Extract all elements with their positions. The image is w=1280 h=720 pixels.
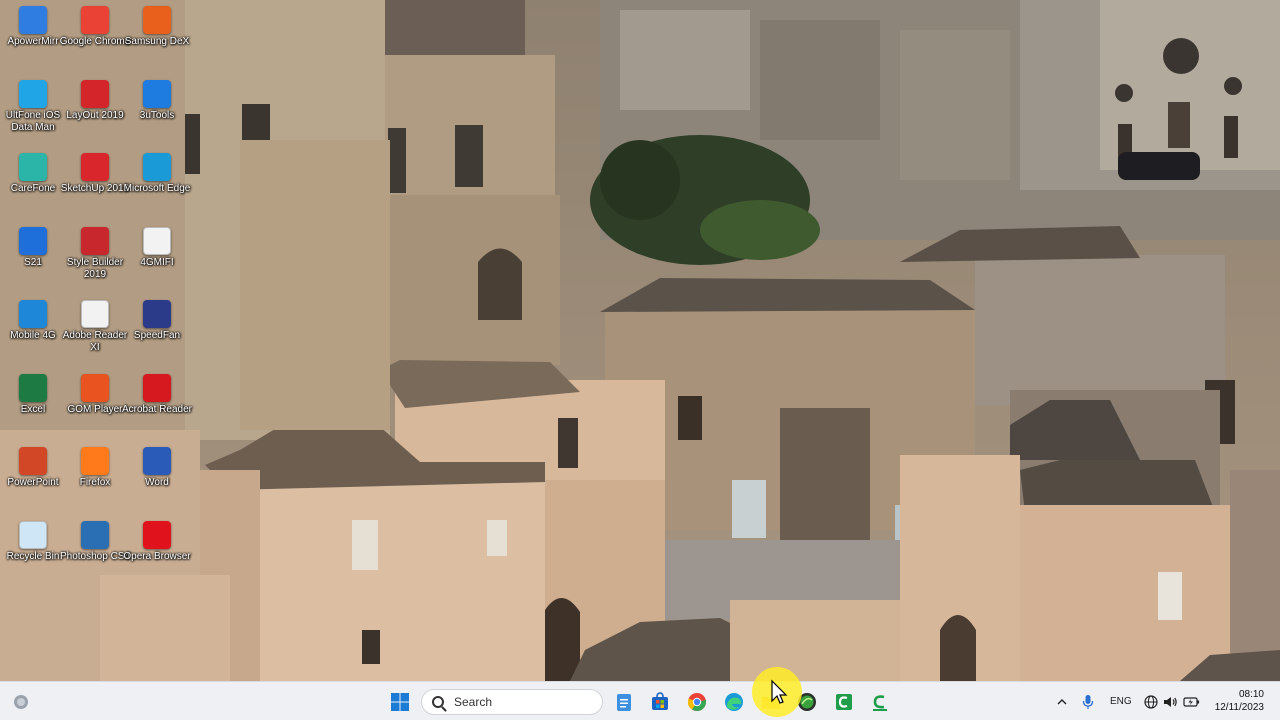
- layout-icon: [81, 79, 109, 108]
- chrome-icon: [81, 6, 109, 34]
- desktop-icon-firefox[interactable]: Firefox: [62, 443, 128, 515]
- desktop-icon-grid: ApowerMirr Google Chrome Samsung DeX UltFon…: [0, 0, 200, 681]
- clock-date: 12/11/2023: [1214, 702, 1264, 713]
- firefox-icon: [81, 447, 109, 475]
- document-icon: [81, 300, 109, 328]
- desktop-icon-layout-2019[interactable]: LayOut 2019: [62, 76, 128, 148]
- app-icon-green-sphere[interactable]: [794, 689, 820, 715]
- search-icon: [432, 696, 444, 708]
- powerpoint-icon: [19, 447, 47, 475]
- language-indicator[interactable]: ENG: [1110, 696, 1132, 707]
- sketchup-icon: [81, 153, 109, 181]
- widgets-weather-icon[interactable]: [8, 689, 34, 715]
- desktop-icon-google-chrome[interactable]: Google Chrome: [60, 2, 130, 74]
- desktop-icon-adobe-reader-xi[interactable]: Adobe Reader XI: [62, 296, 128, 368]
- desktop-icon-label: Opera Browser: [123, 550, 191, 562]
- desktop-icon-label: Acrobat Reader: [121, 403, 193, 415]
- clock-time: 08:10: [1238, 689, 1264, 700]
- desktop-icon-s21[interactable]: S21: [0, 223, 66, 295]
- microsoft-store-icon[interactable]: [647, 689, 673, 715]
- desktop-icon-carefone[interactable]: CareFone: [0, 149, 66, 221]
- samsung-dex-icon: [143, 6, 171, 34]
- taskbar-search-box[interactable]: [421, 689, 603, 715]
- windows-start-icon[interactable]: [387, 689, 413, 715]
- desktop-icon-3utools[interactable]: 3uTools: [124, 76, 190, 148]
- clock[interactable]: 08:10 12/11/2023: [1215, 688, 1264, 714]
- desktop-icon-label: SpeedFan: [133, 330, 181, 341]
- desktop-icon-label: 4GMIFI: [140, 256, 174, 268]
- desktop-icon-speedfan[interactable]: SpeedFan: [124, 296, 190, 368]
- globe-icon: [19, 300, 47, 328]
- network-globe-icon[interactable]: [1142, 689, 1160, 715]
- desktop-icon-apowermirr[interactable]: ApowerMirr: [0, 2, 66, 74]
- document-icon: [143, 226, 171, 255]
- microphone-icon[interactable]: [1078, 689, 1098, 715]
- show-hidden-icons-chevron-up-icon[interactable]: [1053, 689, 1071, 715]
- desktop-icon-label: Microsoft Edge: [123, 183, 191, 194]
- gom-player-icon: [81, 373, 109, 402]
- desktop-icon-excel[interactable]: Excel: [0, 370, 66, 442]
- desktop-icon-4gmifi[interactable]: 4GMIFI: [124, 223, 190, 295]
- opera-icon: [143, 520, 171, 549]
- desktop-icon-style-builder-2019[interactable]: Style Builder 2019: [62, 223, 128, 295]
- s21-icon: [19, 226, 47, 255]
- camtasia-recorder-icon[interactable]: [867, 689, 893, 715]
- desktop-icon-ultfone-ios-data-man[interactable]: UltFone iOS Data Man: [0, 76, 66, 148]
- desktop-icon-opera-browser[interactable]: Opera Browser: [123, 517, 191, 589]
- desktop-icon-label: Samsung DeX: [124, 36, 190, 47]
- taskbar: ENG 08:10 12/11/2023: [0, 681, 1280, 720]
- acrobat-icon: [143, 373, 171, 402]
- file-explorer-icon[interactable]: [758, 689, 784, 715]
- desktop-icon-microsoft-edge[interactable]: Microsoft Edge: [124, 149, 190, 221]
- 3utools-icon: [143, 79, 171, 108]
- desktop-icon-label: 3uTools: [139, 109, 175, 121]
- desktop-icon-powerpoint[interactable]: PowerPoint: [0, 443, 66, 515]
- desktop-icon-acrobat-reader[interactable]: Acrobat Reader: [121, 370, 193, 442]
- volume-icon[interactable]: [1161, 689, 1179, 715]
- desktop-icon-recycle-bin[interactable]: Recycle Bin: [0, 517, 66, 589]
- desktop-icon-photoshop-cs4[interactable]: Photoshop CS4: [60, 517, 130, 589]
- carefone-icon: [19, 153, 47, 181]
- battery-charging-icon[interactable]: [1181, 689, 1201, 715]
- word-icon: [143, 447, 171, 475]
- desktop-icon-sketchup-2019[interactable]: SketchUp 2019: [61, 149, 129, 221]
- edge-icon[interactable]: [721, 689, 747, 715]
- photoshop-icon: [81, 520, 109, 549]
- desktop-icon-gom-player[interactable]: GOM Player: [62, 370, 128, 442]
- desktop-icon-word[interactable]: Word: [124, 443, 190, 515]
- edge-icon: [143, 153, 171, 181]
- style-builder-icon: [81, 226, 109, 255]
- desktop-icon-label: Word: [145, 477, 169, 488]
- ultfone-icon: [19, 79, 47, 108]
- desktop-icon-samsung-dex[interactable]: Samsung DeX: [124, 2, 190, 74]
- notepad-icon[interactable]: [611, 689, 637, 715]
- recycle-bin-icon: [19, 520, 47, 549]
- camtasia-icon[interactable]: [831, 689, 857, 715]
- excel-icon: [19, 373, 47, 402]
- chrome-icon[interactable]: [684, 689, 710, 715]
- desktop-icon-mobile-4g[interactable]: Mobile 4G: [0, 296, 66, 368]
- apowermirror-icon: [19, 6, 47, 34]
- search-input[interactable]: [454, 695, 584, 709]
- speedfan-icon: [143, 300, 171, 328]
